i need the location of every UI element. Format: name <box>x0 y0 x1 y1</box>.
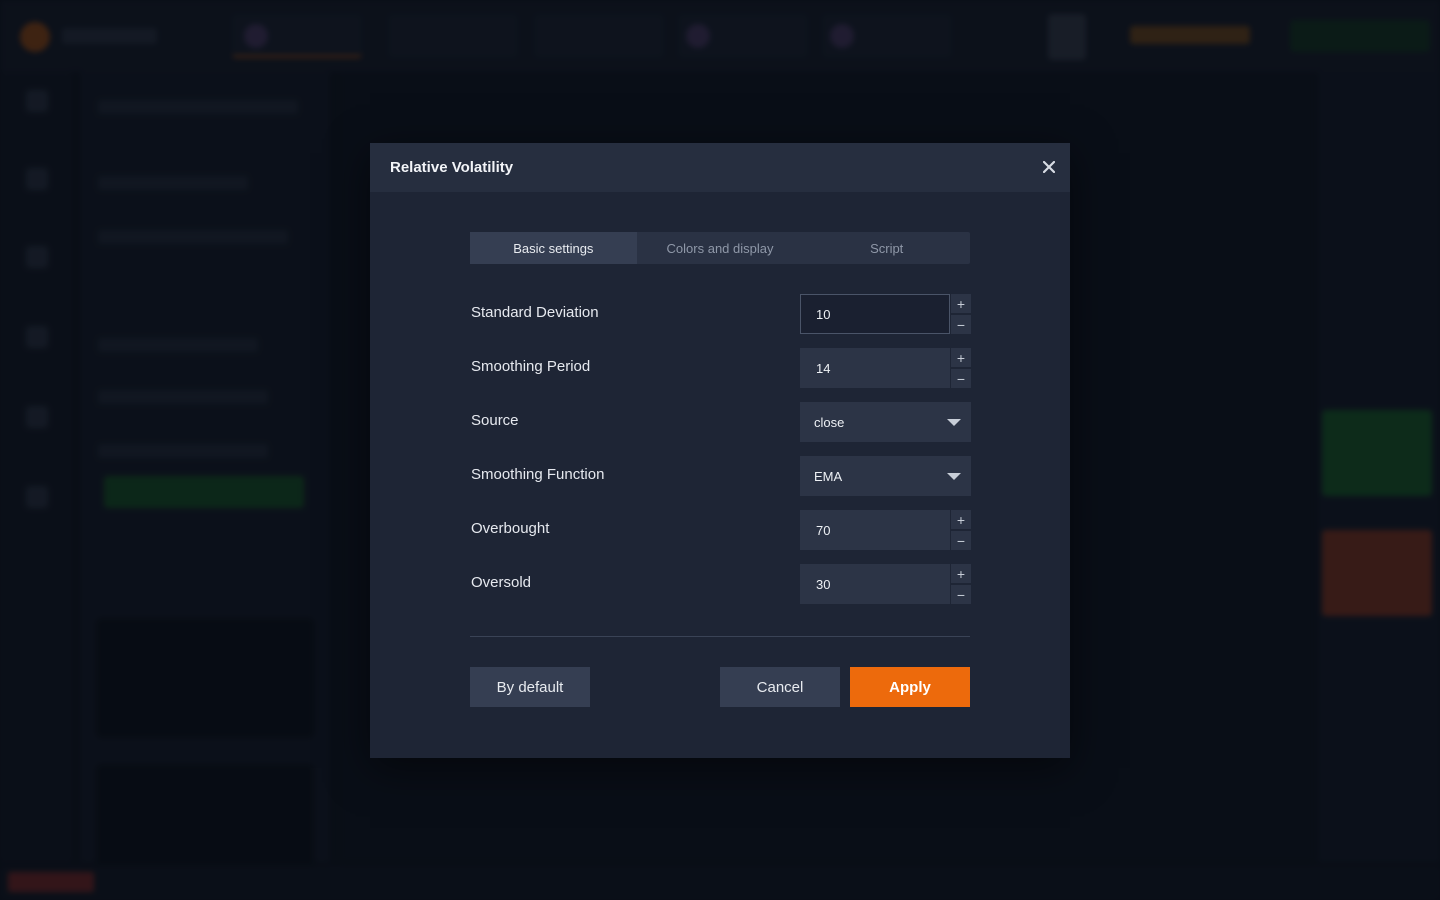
smoothing-period-input[interactable] <box>800 348 950 388</box>
standard-deviation-stepper: + − <box>800 294 971 334</box>
by-default-button[interactable]: By default <box>470 667 590 707</box>
oversold-stepper: + − <box>800 564 971 604</box>
decrement-button[interactable]: − <box>951 315 971 334</box>
source-select[interactable]: close <box>800 402 971 442</box>
indicator-settings-dialog: Relative Volatility Basic settings Color… <box>370 143 1070 758</box>
standard-deviation-input[interactable] <box>800 294 950 334</box>
dialog-title: Relative Volatility <box>390 159 514 176</box>
oversold-label: Oversold <box>471 574 532 591</box>
divider <box>470 636 970 637</box>
smoothing-function-select[interactable]: EMA <box>800 456 971 496</box>
settings-form: Standard Deviation + − Smoothing Period … <box>470 294 971 618</box>
dialog-header: Relative Volatility <box>370 143 1070 192</box>
row-smoothing-function: Smoothing Function EMA <box>470 456 971 510</box>
smoothing-period-stepper: + − <box>800 348 971 388</box>
increment-button[interactable]: + <box>951 294 971 313</box>
caret-down-icon <box>947 473 961 480</box>
row-overbought: Overbought + − <box>470 510 971 564</box>
standard-deviation-label: Standard Deviation <box>471 304 599 321</box>
decrement-button[interactable]: − <box>951 585 971 604</box>
decrement-button[interactable]: − <box>951 531 971 550</box>
row-standard-deviation: Standard Deviation + − <box>470 294 971 348</box>
tab-basic-settings[interactable]: Basic settings <box>470 232 637 264</box>
close-icon <box>1043 161 1055 173</box>
close-button[interactable] <box>1038 156 1060 178</box>
smoothing-function-value: EMA <box>814 468 843 484</box>
row-source: Source close <box>470 402 971 456</box>
overbought-stepper: + − <box>800 510 971 550</box>
increment-button[interactable]: + <box>951 348 971 367</box>
smoothing-period-label: Smoothing Period <box>471 358 591 375</box>
caret-down-icon <box>947 419 961 426</box>
row-smoothing-period: Smoothing Period + − <box>470 348 971 402</box>
overbought-label: Overbought <box>471 520 550 537</box>
tab-script[interactable]: Script <box>803 232 970 264</box>
overbought-input[interactable] <box>800 510 950 550</box>
increment-button[interactable]: + <box>951 510 971 529</box>
cancel-button[interactable]: Cancel <box>720 667 840 707</box>
apply-button[interactable]: Apply <box>850 667 970 707</box>
decrement-button[interactable]: − <box>951 369 971 388</box>
smoothing-function-label: Smoothing Function <box>471 466 605 483</box>
increment-button[interactable]: + <box>951 564 971 583</box>
tab-colors-and-display[interactable]: Colors and display <box>637 232 804 264</box>
source-value: close <box>814 414 845 430</box>
settings-tabs: Basic settings Colors and display Script <box>470 232 970 264</box>
source-label: Source <box>471 412 519 429</box>
row-oversold: Oversold + − <box>470 564 971 618</box>
oversold-input[interactable] <box>800 564 950 604</box>
